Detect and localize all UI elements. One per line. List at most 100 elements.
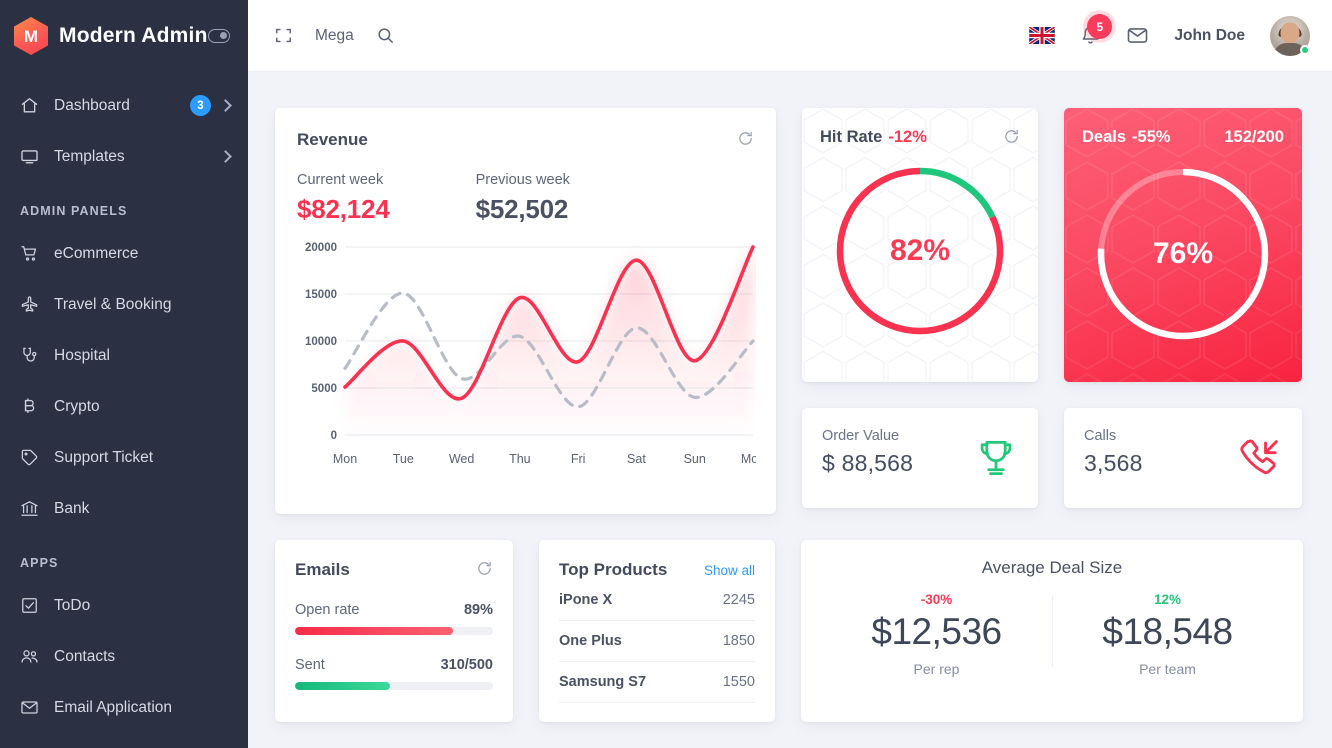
show-all-link[interactable]: Show all xyxy=(704,563,755,578)
svg-text:Tue: Tue xyxy=(393,452,414,466)
svg-text:Wed: Wed xyxy=(449,452,475,466)
sidebar-item-label: Bank xyxy=(54,499,90,517)
sidebar-item-travel-booking[interactable]: Travel & Booking xyxy=(0,279,248,330)
calls-card: Calls 3,568 xyxy=(1064,408,1302,508)
hit-rate-title: Hit Rate xyxy=(820,128,883,146)
plane-icon xyxy=(20,294,43,316)
topbar: Mega 5 John Doe xyxy=(248,0,1332,72)
revenue-title: Revenue xyxy=(297,130,368,149)
svg-text:Mon: Mon xyxy=(333,452,357,466)
open-rate-value: 89% xyxy=(463,602,493,618)
main-area: Mega 5 John Doe Revenue Current week $82… xyxy=(248,0,1332,748)
sent-progress-fill xyxy=(295,682,391,690)
users-icon xyxy=(20,646,43,668)
table-row[interactable]: One Plus 1850 xyxy=(559,621,755,662)
current-week-block: Current week $82,124 xyxy=(297,172,390,225)
per-rep-value: $12,536 xyxy=(871,611,1002,652)
fullscreen-icon[interactable] xyxy=(274,26,293,45)
envelope-icon xyxy=(20,697,43,719)
sidebar-item-templates[interactable]: Templates xyxy=(0,131,248,182)
online-status-dot xyxy=(1300,44,1310,55)
dashboard-row-top: Revenue Current week $82,124 Previous we… xyxy=(275,108,1304,514)
sidebar-nav: Dashboard 3 Templates ADMIN PANELS eComm… xyxy=(0,72,248,733)
deals-fraction: 152/200 xyxy=(1224,128,1284,146)
mega-menu-button[interactable]: Mega xyxy=(315,27,354,45)
sidebar-item-label: Contacts xyxy=(54,647,116,665)
messages-envelope-icon[interactable] xyxy=(1126,24,1149,47)
bank-icon xyxy=(20,498,43,520)
current-week-label: Current week xyxy=(297,172,384,188)
per-rep-column: -30% $12,536 Per rep xyxy=(821,592,1052,677)
refresh-icon[interactable] xyxy=(1003,128,1020,145)
checkbox-icon xyxy=(20,595,43,617)
phone-incoming-icon xyxy=(1236,435,1282,481)
svg-text:Fri: Fri xyxy=(571,452,586,466)
stethoscope-icon xyxy=(20,345,43,367)
product-name: One Plus xyxy=(559,633,622,649)
sidebar-item-label: ToDo xyxy=(54,596,91,614)
svg-text:15000: 15000 xyxy=(305,289,337,301)
sidebar-item-email-application[interactable]: Email Application xyxy=(0,682,248,733)
sidebar: M Modern Admin Dashboard 3 Templates ADM… xyxy=(0,0,248,748)
refresh-icon[interactable] xyxy=(476,560,493,577)
open-rate-row: Open rate 89% xyxy=(295,602,493,618)
sidebar-collapse-toggle-icon[interactable] xyxy=(208,29,230,43)
dashboard-row-bottom: Emails Open rate 89% Sent 310/500 Top Pr… xyxy=(275,540,1304,722)
sidebar-item-bank[interactable]: Bank xyxy=(0,483,248,534)
per-team-label: Per team xyxy=(1139,661,1196,677)
sidebar-item-hospital[interactable]: Hospital xyxy=(0,330,248,381)
avatar[interactable] xyxy=(1270,15,1310,56)
sidebar-item-ecommerce[interactable]: eCommerce xyxy=(0,228,248,279)
order-value-card: Order Value $ 88,568 xyxy=(802,408,1038,508)
calls-label: Calls xyxy=(1084,428,1117,444)
sent-progress-track xyxy=(295,682,493,690)
deals-card: Deals -55% 152/200 76% xyxy=(1064,108,1302,382)
uk-flag-icon[interactable] xyxy=(1029,27,1056,44)
open-rate-progress-fill xyxy=(295,627,454,635)
previous-week-value: $52,502 xyxy=(475,194,569,224)
previous-week-label: Previous week xyxy=(475,172,570,188)
table-row[interactable]: iPone X 2245 xyxy=(559,580,755,621)
gauge-row: Hit Rate -12% 82% Deals -55% 152/200 76% xyxy=(802,108,1302,382)
product-value: 1850 xyxy=(722,633,755,649)
sidebar-item-label: eCommerce xyxy=(54,244,139,262)
sidebar-item-crypto[interactable]: Crypto xyxy=(0,381,248,432)
revenue-card: Revenue Current week $82,124 Previous we… xyxy=(275,108,776,514)
topbar-left: Mega xyxy=(274,26,395,45)
notifications-button[interactable]: 5 xyxy=(1080,14,1113,46)
sidebar-item-contacts[interactable]: Contacts xyxy=(0,631,248,682)
svg-text:5000: 5000 xyxy=(311,383,337,395)
sidebar-item-label: Email Application xyxy=(54,698,173,716)
table-row[interactable]: Samsung S7 1550 xyxy=(559,662,755,703)
open-rate-label: Open rate xyxy=(295,602,360,618)
bitcoin-icon xyxy=(20,396,43,418)
sidebar-item-support-ticket[interactable]: Support Ticket xyxy=(0,432,248,483)
top-products-title: Top Products xyxy=(559,560,668,579)
emails-title: Emails xyxy=(295,560,350,579)
deals-donut: 76% xyxy=(1082,159,1284,349)
revenue-card-header: Revenue xyxy=(297,130,754,150)
sent-label: Sent xyxy=(295,657,325,673)
order-value-text: Order Value $ 88,568 xyxy=(822,428,913,477)
deals-percent: 76% xyxy=(1152,237,1214,270)
brand-title: Modern Admin xyxy=(59,24,208,47)
per-team-delta: 12% xyxy=(1153,592,1182,607)
per-team-column: 12% $18,548 Per team xyxy=(1052,592,1283,677)
home-icon xyxy=(20,95,43,117)
sidebar-badge-dashboard: 3 xyxy=(190,95,211,116)
hit-rate-percent: 82% xyxy=(889,234,951,267)
sidebar-item-todo[interactable]: ToDo xyxy=(0,580,248,631)
deals-delta: -55% xyxy=(1132,128,1171,146)
hit-rate-donut: 82% xyxy=(820,159,1020,343)
dashboard-content: Revenue Current week $82,124 Previous we… xyxy=(248,72,1332,748)
right-cards-column: Hit Rate -12% 82% Deals -55% 152/200 76%… xyxy=(802,108,1302,508)
sidebar-item-dashboard[interactable]: Dashboard 3 xyxy=(0,80,248,131)
search-icon[interactable] xyxy=(376,26,395,45)
refresh-icon[interactable] xyxy=(737,130,754,147)
svg-text:Sat: Sat xyxy=(627,452,646,466)
brand[interactable]: M Modern Admin xyxy=(0,0,248,72)
user-name-label[interactable]: John Doe xyxy=(1174,27,1245,45)
hit-rate-header: Hit Rate -12% xyxy=(820,128,1020,147)
stat-row: Order Value $ 88,568 Calls 3,568 xyxy=(802,408,1302,508)
product-value: 1550 xyxy=(722,674,755,690)
